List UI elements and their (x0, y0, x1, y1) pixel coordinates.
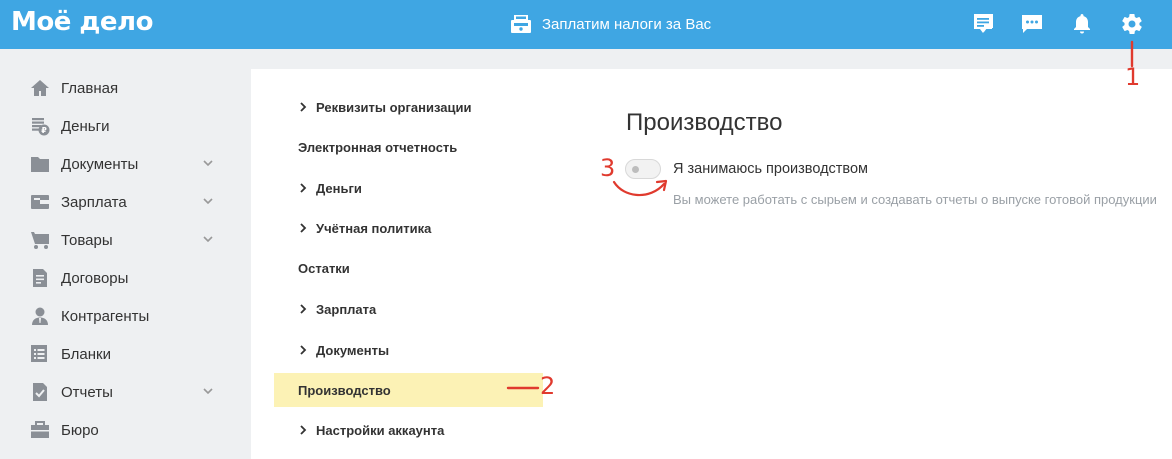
annotation-line-2 (506, 386, 540, 390)
sidebar-item-home[interactable]: Главная (30, 69, 230, 107)
sidebar-item-label: Отчеты (61, 383, 113, 401)
forms-icon (30, 344, 50, 364)
settings-item-salary[interactable]: Зарплата (274, 292, 543, 326)
top-bar: Моё дело Заплатим налоги за Вас (0, 0, 1172, 49)
chevron-right-icon (300, 345, 307, 355)
section-title: Производство (626, 109, 783, 136)
bell-icon[interactable] (1070, 12, 1094, 36)
sidebar: Главная ₽ Деньги Документы Зарплата Това… (0, 49, 250, 459)
sidebar-item-bureau[interactable]: Бюро (30, 411, 230, 449)
sidebar-item-contractors[interactable]: Контрагенты (30, 297, 230, 335)
chevron-right-icon (300, 304, 307, 314)
chat-icon[interactable] (1020, 12, 1044, 36)
chevron-down-icon[interactable] (202, 385, 214, 397)
money-icon: ₽ (30, 116, 50, 136)
settings-item-label: Реквизиты организации (316, 99, 472, 115)
chevron-right-icon (300, 183, 307, 193)
app-logo[interactable]: Моё дело (11, 7, 153, 37)
settings-item-label: Зарплата (316, 301, 377, 317)
notes-icon[interactable] (971, 12, 995, 36)
settings-item-production[interactable]: Производство (274, 373, 543, 407)
promo-text: Заплатим налоги за Вас (542, 15, 712, 33)
annotation-arrow-3 (612, 179, 668, 197)
sidebar-item-forms[interactable]: Бланки (30, 335, 230, 373)
sidebar-item-label: Бюро (61, 421, 99, 439)
settings-item-label: Документы (316, 342, 390, 358)
settings-item-org-details[interactable]: Реквизиты организации (274, 90, 543, 124)
settings-item-label: Электронная отчетность (298, 139, 458, 155)
chevron-right-icon (300, 223, 307, 233)
settings-item-accounting-policy[interactable]: Учётная политика (274, 211, 543, 245)
cart-icon (30, 230, 50, 250)
sidebar-item-label: Деньги (61, 117, 110, 135)
sidebar-item-reports[interactable]: Отчеты (30, 373, 230, 411)
report-icon (30, 382, 50, 402)
sidebar-item-money[interactable]: ₽ Деньги (30, 107, 230, 145)
home-icon (30, 78, 50, 98)
settings-panel: Реквизиты организации Электронная отчетн… (251, 69, 1172, 459)
chevron-right-icon (300, 425, 307, 435)
sidebar-item-documents[interactable]: Документы (30, 145, 230, 183)
sidebar-item-label: Главная (61, 79, 119, 97)
production-hint: Вы можете работать с сырьем и создавать … (673, 192, 1157, 207)
annotation-marker-1: 1 (1125, 63, 1141, 91)
settings-item-label: Производство (298, 382, 391, 398)
chevron-right-icon (300, 102, 307, 112)
sidebar-item-label: Зарплата (61, 193, 127, 211)
wallet-icon (30, 192, 50, 212)
settings-item-label: Учётная политика (316, 220, 432, 236)
briefcase-icon (30, 420, 50, 440)
settings-item-documents[interactable]: Документы (274, 333, 543, 367)
sidebar-item-salary[interactable]: Зарплата (30, 183, 230, 221)
production-toggle-label[interactable]: Я занимаюсь производством (673, 161, 868, 177)
settings-item-account-settings[interactable]: Настройки аккаунта (274, 413, 543, 447)
chevron-down-icon[interactable] (202, 157, 214, 169)
annotation-marker-2: 2 (540, 372, 556, 400)
sidebar-item-goods[interactable]: Товары (30, 221, 230, 259)
gear-icon[interactable] (1120, 12, 1144, 36)
chevron-down-icon[interactable] (202, 233, 214, 245)
pay-taxes-promo[interactable]: Заплатим налоги за Вас (510, 12, 711, 36)
sidebar-item-label: Контрагенты (61, 307, 150, 325)
cashier-icon (511, 15, 531, 33)
settings-item-label: Настройки аккаунта (316, 422, 445, 438)
sidebar-item-label: Бланки (61, 345, 111, 363)
sidebar-item-label: Договоры (61, 269, 129, 287)
settings-item-e-reporting[interactable]: Электронная отчетность (274, 130, 543, 164)
sidebar-item-label: Документы (61, 155, 139, 173)
person-icon (30, 306, 50, 326)
chevron-down-icon[interactable] (202, 195, 214, 207)
settings-item-balances[interactable]: Остатки (274, 251, 543, 285)
sidebar-item-label: Товары (61, 231, 113, 249)
svg-text:₽: ₽ (41, 126, 47, 135)
folder-icon (30, 154, 50, 174)
sidebar-item-contracts[interactable]: Договоры (30, 259, 230, 297)
settings-item-label: Остатки (298, 260, 350, 276)
contract-icon (30, 268, 50, 288)
settings-item-money[interactable]: Деньги (274, 171, 543, 205)
